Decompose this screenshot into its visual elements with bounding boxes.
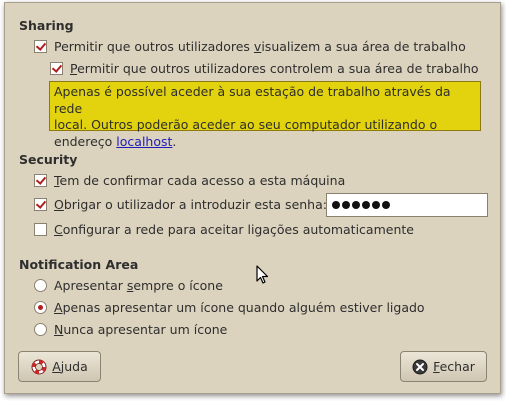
allow-view-label: Permitir que outros utilizadores visuali… bbox=[54, 39, 466, 54]
notify-always-radio[interactable]: Apresentar sempre o ícone bbox=[34, 278, 223, 293]
help-button[interactable]: Ajuda bbox=[18, 351, 101, 382]
password-dot bbox=[352, 201, 360, 209]
configure-network-check[interactable] bbox=[34, 223, 47, 236]
confirm-access-check[interactable] bbox=[34, 174, 47, 187]
allow-view-check[interactable] bbox=[34, 40, 47, 53]
notify-always-label: Apresentar sempre o ícone bbox=[54, 278, 223, 293]
preferences-window: Sharing Permitir que outros utilizadores… bbox=[4, 2, 501, 394]
password-dot bbox=[342, 201, 350, 209]
notify-never-label: Nunca apresentar um ícone bbox=[54, 322, 228, 337]
info-line-1: Apenas é possível aceder à sua estação d… bbox=[54, 84, 451, 116]
close-icon bbox=[412, 359, 428, 374]
notification-heading: Notification Area bbox=[19, 257, 139, 272]
password-dot bbox=[332, 201, 340, 209]
confirm-access-checkbox[interactable]: Tem de confirmar cada acesso a esta máqu… bbox=[34, 173, 345, 188]
mouse-cursor-icon bbox=[256, 265, 269, 284]
security-heading: Security bbox=[19, 152, 78, 167]
password-field[interactable] bbox=[326, 193, 488, 217]
require-password-checkbox[interactable]: Obrigar o utilizador a introduzir esta s… bbox=[34, 197, 327, 212]
close-button-label: Fechar bbox=[433, 359, 475, 374]
password-dot bbox=[372, 201, 380, 209]
require-password-check[interactable] bbox=[34, 198, 47, 211]
help-button-label: Ajuda bbox=[52, 359, 88, 374]
allow-control-checkbox[interactable]: Permitir que outros utilizadores control… bbox=[50, 61, 479, 76]
allow-control-label: Permitir que outros utilizadores control… bbox=[70, 61, 479, 76]
notify-when-connected-radio[interactable]: Apenas apresentar um ícone quando alguém… bbox=[34, 300, 425, 315]
info-line-2: local. Outros poderão aceder ao seu comp… bbox=[54, 117, 438, 132]
require-password-label: Obrigar o utilizador a introduzir esta s… bbox=[54, 197, 327, 212]
notify-never-radio[interactable]: Nunca apresentar um ícone bbox=[34, 322, 227, 337]
allow-view-checkbox[interactable]: Permitir que outros utilizadores visuali… bbox=[34, 39, 466, 54]
notify-never-radio-mark[interactable] bbox=[34, 323, 47, 336]
notify-when-connected-label: Apenas apresentar um ícone quando alguém… bbox=[54, 300, 425, 315]
password-dot bbox=[382, 201, 390, 209]
lifebuoy-icon bbox=[31, 359, 47, 374]
sharing-heading: Sharing bbox=[19, 18, 74, 33]
notify-always-radio-mark[interactable] bbox=[34, 279, 47, 292]
configure-network-label: Configurar a rede para aceitar ligações … bbox=[54, 222, 414, 237]
confirm-access-label: Tem de confirmar cada acesso a esta máqu… bbox=[54, 173, 346, 188]
info-line-3: endereço localhost. bbox=[54, 133, 177, 149]
notify-when-connected-radio-mark[interactable] bbox=[34, 301, 47, 314]
allow-control-check[interactable] bbox=[50, 62, 63, 75]
configure-network-checkbox[interactable]: Configurar a rede para aceitar ligações … bbox=[34, 222, 414, 237]
info-box: Apenas é possível aceder à sua estação d… bbox=[49, 81, 481, 149]
password-dot bbox=[362, 201, 370, 209]
close-button[interactable]: Fechar bbox=[400, 351, 487, 382]
localhost-link[interactable]: localhost bbox=[116, 134, 172, 149]
